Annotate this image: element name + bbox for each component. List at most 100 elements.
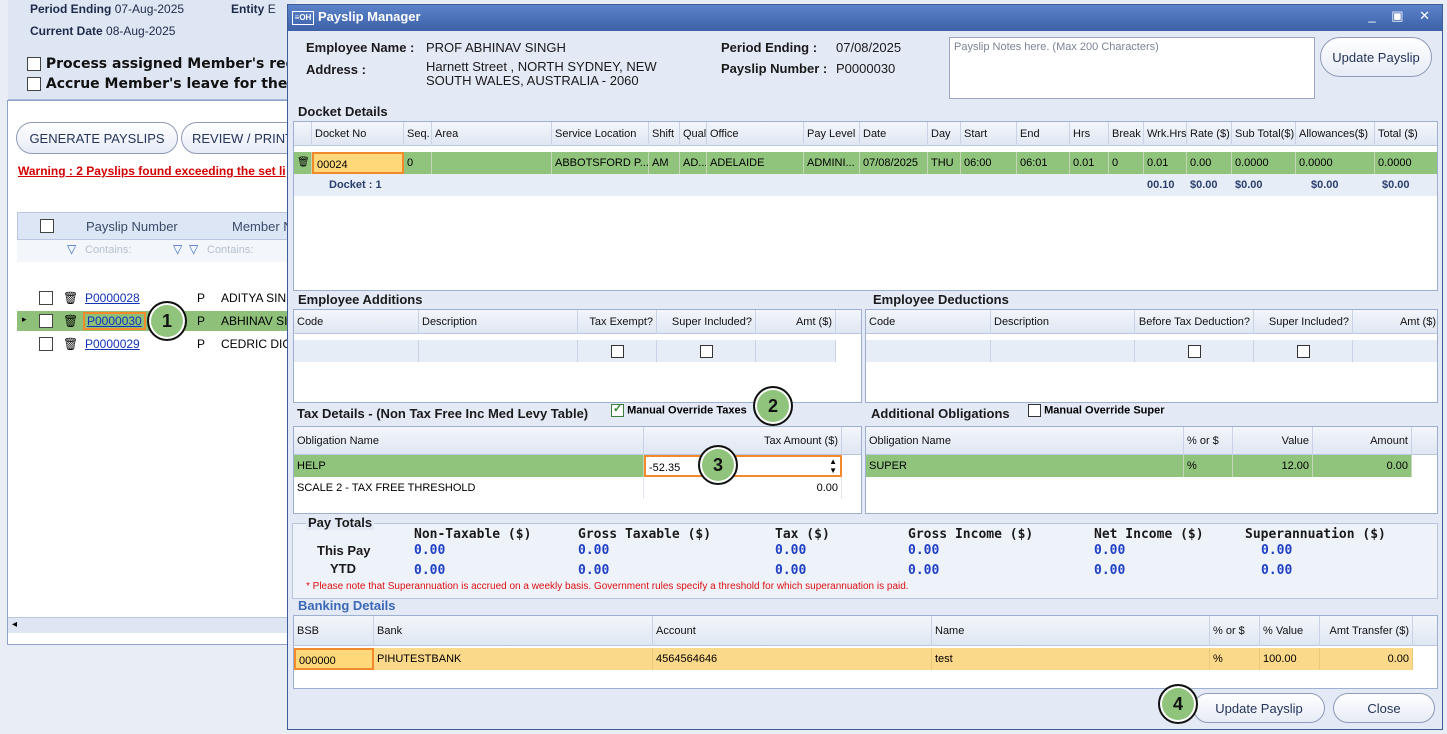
generate-payslips-button[interactable]: GENERATE PAYSLIPS <box>16 122 178 154</box>
dialog-titlebar[interactable]: ≡OH Payslip Manager _ ▣ ✕ <box>288 5 1442 31</box>
accrue-leave-checkbox[interactable] <box>27 77 41 91</box>
col-tax-amount[interactable]: Tax Amount ($) <box>644 427 842 455</box>
non-taxable-header: Non-Taxable ($) <box>414 527 532 542</box>
before-tax-checkbox[interactable] <box>1187 344 1201 358</box>
col-sub-total[interactable]: Sub Total($) <box>1232 122 1296 146</box>
col-day[interactable]: Day <box>928 122 961 146</box>
payslip-link[interactable]: P0000028 <box>85 291 140 305</box>
col-docket-no[interactable]: Docket No <box>312 122 404 146</box>
table-row[interactable]: 000000 PIHUTESTBANK 4564564646 test % 10… <box>294 648 1413 670</box>
manual-override-super-checkbox[interactable] <box>1028 404 1041 417</box>
col-percent-or-dollar[interactable]: % or $ <box>1184 427 1233 455</box>
payslip-link[interactable]: P0000030 <box>83 312 146 330</box>
step-badge-2: 2 <box>753 386 793 426</box>
col-description[interactable]: Description <box>419 310 578 334</box>
manual-override-taxes-toggle[interactable]: Manual Override Taxes <box>611 402 747 417</box>
additions-new-row[interactable] <box>294 340 836 362</box>
tax-amount-input[interactable]: -52.35 ▲ ▼ <box>644 455 842 477</box>
col-pay-level[interactable]: Pay Level <box>804 122 860 146</box>
process-requests-checkbox-row[interactable]: Process assigned Member's requ <box>27 56 306 72</box>
col-amount[interactable]: Amt ($) <box>1353 310 1437 334</box>
col-service-location[interactable]: Service Location <box>552 122 649 146</box>
filter-icon[interactable]: ▽ <box>189 242 198 256</box>
accrue-leave-checkbox-row[interactable]: Accrue Member's leave for the c <box>27 76 301 92</box>
col-allowances[interactable]: Allowances($) <box>1296 122 1375 146</box>
col-qual[interactable]: Qual <box>680 122 707 146</box>
col-total[interactable]: Total ($) <box>1375 122 1437 146</box>
docket-summary-row: Docket : 1 00.10 $0.00 $0.00 $0.00 $0.00 <box>294 174 1437 196</box>
filter-icon[interactable]: ▽ <box>67 242 76 256</box>
trash-icon[interactable]: 🗑 <box>63 291 78 305</box>
col-percent-or-dollar[interactable]: % or $ <box>1210 616 1260 646</box>
col-rate[interactable]: Rate ($) <box>1187 122 1232 146</box>
row-checkbox[interactable] <box>39 291 53 305</box>
col-super-included[interactable]: Super Included? <box>657 310 756 334</box>
col-date[interactable]: Date <box>860 122 928 146</box>
close-button[interactable]: Close <box>1333 693 1435 723</box>
col-amount[interactable]: Amount <box>1313 427 1412 455</box>
banking-details-title: Banking Details <box>298 598 396 613</box>
scroll-left-icon[interactable]: ◂ <box>12 619 17 630</box>
col-description[interactable]: Description <box>991 310 1135 334</box>
col-bsb[interactable]: BSB <box>294 616 374 646</box>
trash-icon[interactable]: 🗑 <box>63 337 78 351</box>
col-seq[interactable]: Seq. <box>404 122 432 146</box>
row-member: ABHINAV SI <box>221 314 288 328</box>
col-amt-transfer[interactable]: Amt Transfer ($) <box>1320 616 1413 646</box>
col-tax-exempt[interactable]: Tax Exempt? <box>578 310 657 334</box>
super-included-checkbox[interactable] <box>699 344 713 358</box>
col-end[interactable]: End <box>1017 122 1070 146</box>
payslip-link[interactable]: P0000029 <box>85 337 140 351</box>
col-payslip-number[interactable]: Payslip Number <box>86 219 178 234</box>
bsb-cell[interactable]: 000000 <box>294 648 374 670</box>
col-office[interactable]: Office <box>707 122 804 146</box>
filter-input-payslip[interactable]: Contains: <box>85 244 131 256</box>
process-requests-checkbox[interactable] <box>27 57 41 71</box>
select-all-checkbox[interactable] <box>40 219 54 233</box>
superannuation-note: * Please note that Superannuation is acc… <box>306 581 909 592</box>
col-shift[interactable]: Shift <box>649 122 680 146</box>
col-code[interactable]: Code <box>294 310 419 334</box>
app-logo-icon: ≡OH <box>292 11 314 25</box>
tax-exempt-checkbox[interactable] <box>610 344 624 358</box>
col-start[interactable]: Start <box>961 122 1017 146</box>
horizontal-scrollbar[interactable]: ◂ <box>8 617 296 633</box>
table-row[interactable]: HELP -52.35 ▲ ▼ <box>294 455 842 477</box>
table-row[interactable]: SUPER % 12.00 0.00 <box>866 455 1412 477</box>
row-type: P <box>197 337 206 351</box>
col-hrs[interactable]: Hrs <box>1070 122 1109 146</box>
update-payslip-button[interactable]: Update Payslip <box>1193 693 1325 723</box>
col-value[interactable]: Value <box>1233 427 1313 455</box>
update-payslip-top-button[interactable]: Update Payslip <box>1320 37 1432 77</box>
col-wrk-hrs[interactable]: Wrk.Hrs <box>1144 122 1187 146</box>
col-account[interactable]: Account <box>653 616 932 646</box>
col-break[interactable]: Break <box>1109 122 1144 146</box>
manual-override-taxes-checkbox[interactable] <box>611 402 624 417</box>
trash-icon[interactable]: 🗑 <box>294 152 312 174</box>
col-code[interactable]: Code <box>866 310 991 334</box>
col-bank[interactable]: Bank <box>374 616 653 646</box>
trash-icon[interactable]: 🗑 <box>63 314 78 328</box>
filter-input-member[interactable]: Contains: <box>207 244 253 256</box>
deductions-new-row[interactable] <box>866 340 1437 362</box>
filter-icon[interactable]: ▽ <box>173 242 182 256</box>
row-checkbox[interactable] <box>39 337 53 351</box>
window-controls[interactable]: _ ▣ ✕ <box>1368 8 1436 24</box>
table-row[interactable]: 🗑 00024 0 ABBOTSFORD P... AM AD... ADELA… <box>294 152 1437 174</box>
col-percent-value[interactable]: % Value <box>1260 616 1320 646</box>
table-row[interactable]: SCALE 2 - TAX FREE THRESHOLD 0.00 <box>294 477 842 499</box>
spinner-icon[interactable]: ▲ ▼ <box>829 457 837 475</box>
payslip-warning[interactable]: Warning : 2 Payslips found exceeding the… <box>18 164 286 178</box>
manual-override-super-toggle[interactable]: Manual Override Super <box>1028 404 1165 417</box>
col-super-included[interactable]: Super Included? <box>1254 310 1353 334</box>
super-included-checkbox[interactable] <box>1296 344 1310 358</box>
col-name[interactable]: Name <box>932 616 1210 646</box>
col-obligation-name[interactable]: Obligation Name <box>866 427 1184 455</box>
docket-no-cell[interactable]: 00024 <box>312 152 404 174</box>
col-area[interactable]: Area <box>432 122 552 146</box>
col-obligation-name[interactable]: Obligation Name <box>294 427 644 455</box>
row-checkbox[interactable] <box>39 314 53 328</box>
col-before-tax-deduction[interactable]: Before Tax Deduction? <box>1135 310 1254 334</box>
col-amount[interactable]: Amt ($) <box>756 310 836 334</box>
payslip-notes-textarea[interactable]: Payslip Notes here. (Max 200 Characters) <box>949 37 1315 99</box>
